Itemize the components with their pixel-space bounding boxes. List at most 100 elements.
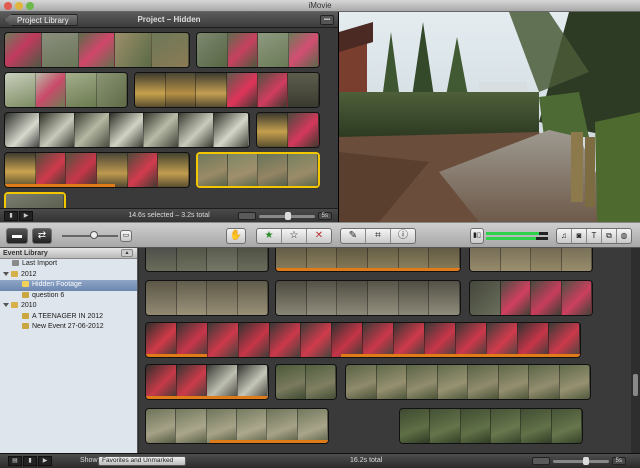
hollow-star-icon[interactable]: ☆ [282,229,307,243]
project-clip[interactable] [4,152,190,188]
disclosure-triangle-icon[interactable] [3,303,9,308]
project-clip[interactable] [256,112,320,148]
project-clip[interactable] [196,32,320,68]
event-scrollbar[interactable] [631,248,640,453]
event-zoom-label: 5s [611,457,626,465]
project-zoom-label: 5s [317,212,332,220]
event-clip[interactable] [275,248,461,272]
title-t-icon[interactable]: T [587,229,602,243]
event-library-header: Event Library ▲ [0,248,137,259]
photo-camera-icon[interactable]: ◙ [572,229,587,243]
globe-icon[interactable]: ◍ [617,229,631,243]
project-footer: ▮ ▶ 14.6s selected – 3.2s total 5s [0,208,338,222]
show-filter-select[interactable]: Favorites and Unmarked [98,456,186,466]
event-scroll-thumb[interactable] [633,374,638,396]
event-clip[interactable] [275,364,337,400]
star-icon[interactable]: ★ [257,229,282,243]
film-icon [12,260,19,267]
crop-icon[interactable]: ⌗ [366,229,391,243]
project-clip[interactable] [4,72,128,108]
event-clip[interactable] [145,280,269,316]
used-clip-marker [146,354,207,357]
event-clip[interactable] [469,280,593,316]
event-hidden-footage[interactable]: Hidden Footage [0,280,137,291]
close-window-button[interactable] [4,2,12,10]
zoom-window-button[interactable] [26,2,34,10]
thumbnail-size-icon [237,212,256,220]
thumbnail-size-slider[interactable] [62,231,118,239]
window-title: iMovie [308,1,332,10]
project-zoom-slider[interactable]: 5s [237,211,332,220]
viewer-frame [339,12,640,222]
x-icon[interactable]: ✕ [307,229,331,243]
star-event-icon [22,312,29,319]
project-library-button[interactable]: Project Library [4,14,78,26]
tools-button-group: ✎ ⌗ ⓘ [340,228,416,244]
thumbnail-size-icon [531,457,550,465]
folder-icon [11,270,18,277]
star-event-icon [22,281,29,288]
event-clip[interactable] [469,248,593,272]
year-folder-2010[interactable]: 2010 [0,301,137,312]
event-library: Event Library ▲ Last Import 2012 Hidden … [0,248,138,453]
event-footer: ▤ ▮ ▶ Show: Favorites and Unmarked 16.2s… [0,453,640,467]
fullscreen-play-icon[interactable]: ▮ [23,456,37,466]
project-clip[interactable] [4,112,250,148]
year-folder-2012[interactable]: 2012 [0,270,137,281]
viewer-icon[interactable]: ▭ [120,230,132,242]
event-last-import[interactable]: Last Import [0,259,137,270]
swap-arrows-icon[interactable]: ⇄ [32,228,52,244]
event-clip[interactable] [345,364,591,400]
play-icon[interactable]: ▶ [38,456,52,466]
event-browser[interactable] [139,248,631,453]
event-new-event-27-06-2012[interactable]: New Event 27-06-2012 [0,322,137,333]
event-clip[interactable] [145,408,329,444]
project-clip-selected[interactable] [4,192,66,208]
used-clip-marker [209,440,328,443]
star-event-icon [22,291,29,298]
project-clip[interactable] [4,32,190,68]
event-clip[interactable] [145,248,269,272]
play-icon[interactable]: ▶ [19,211,33,221]
event-clip[interactable] [275,280,461,316]
event-library-title: Event Library [3,250,48,257]
project-clip[interactable] [134,72,320,108]
star-event-icon [22,323,29,330]
project-header: Project Library Project – Hidden ▪▪▪ [0,12,338,28]
used-clip-marker [146,396,268,399]
event-clip[interactable] [145,322,581,358]
music-note-icon[interactable]: ♫ [557,229,572,243]
thumbnail-size-knob[interactable] [90,231,98,239]
info-icon[interactable]: ⓘ [391,229,415,243]
camera-icon[interactable]: ▬ [6,228,28,244]
main-toolbar: ▬ ⇄ ▭ ✋ ★ ☆ ✕ ✎ ⌗ ⓘ ▮▯ ♫ ◙ T ⧉ ◍ [0,222,640,248]
project-storyboard[interactable] [0,28,338,208]
event-a-teenager-in-2012[interactable]: A TEENAGER IN 2012 [0,312,137,323]
folder-icon [11,302,18,309]
used-clip-marker [341,354,580,357]
minimize-window-button[interactable] [15,2,23,10]
audio-skimming-icon[interactable]: ▮▯ [470,228,484,244]
event-clip[interactable] [399,408,583,444]
eject-icon[interactable]: ▲ [121,249,133,257]
fullscreen-play-icon[interactable]: ▮ [4,211,18,221]
zoom-knob[interactable] [284,211,291,220]
event-clip[interactable] [145,364,269,400]
event-list-icon[interactable]: ▤ [8,456,22,466]
project-clip-selected[interactable] [196,152,320,188]
window-controls [4,2,34,10]
select-hand-icon[interactable]: ✋ [226,228,246,244]
zoom-knob[interactable] [582,456,589,465]
event-question-6[interactable]: question 6 [0,291,137,302]
eyedropper-icon[interactable]: ✎ [341,229,366,243]
event-zoom-slider[interactable]: 5s [531,456,626,465]
grid-view-icon[interactable]: ▪▪▪ [320,15,334,25]
used-clip-marker [276,268,460,271]
disclosure-triangle-icon[interactable] [3,271,9,276]
show-label: Show: [80,457,100,464]
transition-icon[interactable]: ⧉ [602,229,617,243]
used-clip-marker [5,184,116,187]
rating-button-group: ★ ☆ ✕ [256,228,332,244]
audio-level-meter [486,232,548,240]
window-titlebar: iMovie [0,0,640,12]
